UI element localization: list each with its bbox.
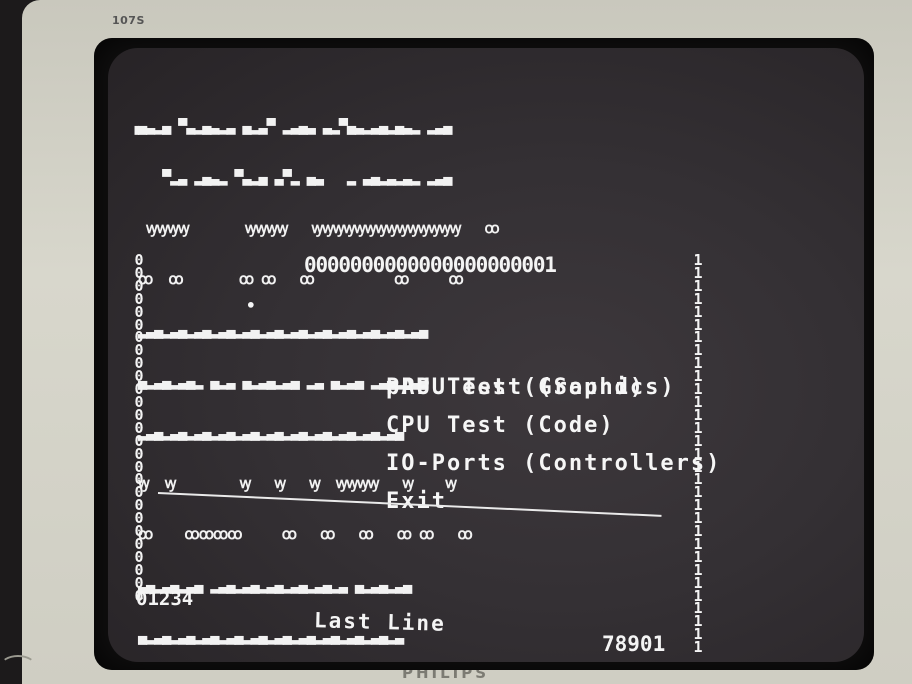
crt-screen: ▗▄▃▂▄ ▀▃▂▄▃▂▃ ▄▂▃▀ ▂▃▄▃ ▃▂▀▄▃▂▃▄▂▄▃▂ ▂▃▄… [94,38,874,670]
garbled-graphics-area: ▗▄▃▂▄ ▀▃▂▄▃▂▃ ▄▂▃▀ ▂▃▄▃ ▃▂▀▄▃▂▃▄▂▄▃▂ ▂▃▄… [130,84,710,645]
power-indicator-icon [0,655,36,677]
menu-item-exit[interactable]: Exit [264,445,721,514]
left-counter: 01234 [136,588,194,610]
menu-item-label: Exit [385,489,447,514]
left-border-digits: 000000000000000000000000000 [134,251,144,605]
menu-item-ppu-test[interactable]: • PPU Test (Graphics) [246,293,721,400]
right-counter: 78901 [602,632,666,656]
screen-glass: ▗▄▃▂▄ ▀▃▂▄▃▂▃ ▄▂▃▀ ▂▃▄▃ ▃▂▀▄▃▂▃▄▂▄▃▂ ▂▃▄… [108,48,864,662]
last-line-label: Last Line [313,608,447,636]
garbled-row: ▀▂▃ ▂▄▃▂ ▀▃▂▄ ▃▀▂ ▄▃ ▂ ▃▄▂▃▂▃▂ ▂▃▄ [130,169,452,186]
garbled-row: ▃▄▂▃▄▂▃▄ ▂▃▄▂▃▄▂▃▄▂▃▄▂▃▄▂▃ ▄▂▃▄▂▃▄ [130,577,412,594]
model-badge: 107S [112,14,145,27]
selection-cursor-icon: • [246,296,258,315]
garbled-row: ꝏ ꝏꝏꝏꝏ ꝏ ꝏ ꝏ ꝏ ꝏ ꝏ [130,526,473,543]
test-menu: • PPU Test (Graphics) pAPU Test (Sound) … [246,293,721,514]
top-border-digits: 0000000000000000000001 [304,253,557,277]
garbled-row: ꝡꝡꝡꝡ ꝡꝡꝡꝡ ꝡꝡꝡꝡꝡꝡꝡꝡꝡꝡꝡꝡꝡꝡ ꝏ [130,220,500,237]
menu-item-papu-test[interactable]: pAPU Test (Sound) [264,331,721,400]
menu-item-cpu-test[interactable]: CPU Test (Code) [264,369,721,438]
menu-item-io-ports[interactable]: IO-Ports (Controllers) [264,407,721,476]
garbled-row: ▗▄▃▂▄ ▀▃▂▄▃▂▃ ▄▂▃▀ ▂▃▄▃ ▃▂▀▄▃▂▃▄▂▄▃▂ ▂▃▄ [130,118,452,135]
